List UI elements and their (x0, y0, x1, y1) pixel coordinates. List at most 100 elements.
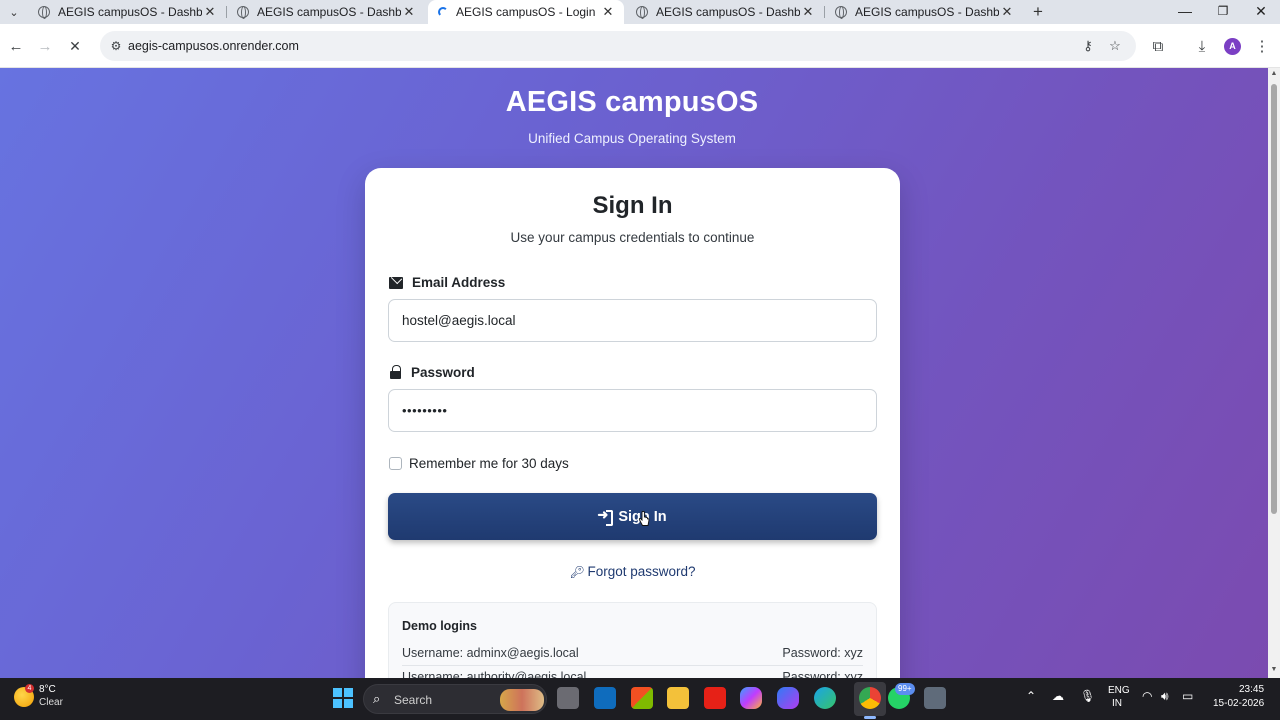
tab-search-icon[interactable]: ⌄ (4, 2, 24, 22)
login-card: Sign In Use your campus credentials to c… (365, 168, 900, 678)
windows-taskbar: 4 8°C Clear ⌕ Search 99+ ⌃ ☁ 🎙︎ ENG IN ◠… (0, 678, 1280, 720)
outlook-icon[interactable] (594, 687, 616, 709)
close-tab-icon[interactable]: ✕ (999, 4, 1015, 20)
clock-date[interactable]: 15-02-2026 (1213, 698, 1264, 709)
remember-checkbox[interactable] (389, 457, 402, 470)
tab-title: AEGIS campusOS - Dashboard (58, 5, 202, 19)
email-field[interactable]: hostel@aegis.local (388, 299, 877, 342)
forgot-password-link[interactable]: 🔑︎ Forgot password? (365, 564, 900, 579)
tab-title: AEGIS campusOS - Dashboard (257, 5, 401, 19)
close-tab-icon[interactable]: ✕ (202, 4, 218, 20)
browser-tab[interactable]: AEGIS campusOS - Dashboard ✕ (825, 0, 1023, 24)
brand-tagline: Unified Campus Operating System (528, 131, 736, 146)
active-app-indicator (864, 716, 876, 719)
demo-password: Password: xyz (782, 670, 863, 678)
back-icon[interactable]: ← (4, 34, 28, 58)
globe-icon (636, 6, 648, 19)
password-field[interactable]: ••••••••• (388, 389, 877, 432)
globe-icon (835, 6, 847, 19)
edge-icon[interactable] (814, 687, 836, 709)
file-explorer-icon[interactable] (667, 687, 689, 709)
tab-title: AEGIS campusOS - Login (456, 5, 596, 19)
volume-icon[interactable]: 🔊︎ (1161, 689, 1169, 704)
minimize-icon[interactable]: — (1166, 0, 1204, 24)
brand-title: AEGIS campusOS (505, 86, 759, 118)
forward-icon[interactable]: → (33, 34, 57, 58)
stop-loading-icon[interactable]: ✕ (63, 34, 87, 58)
url-text[interactable]: aegis-campusos.onrender.com (128, 39, 299, 53)
close-tab-icon[interactable]: ✕ (401, 4, 417, 20)
taskbar-search-text: Search (394, 693, 433, 707)
lock-icon (389, 364, 401, 379)
site-info-icon[interactable]: ⚙ (106, 36, 126, 56)
email-label: Email Address (389, 275, 505, 290)
battery-icon[interactable]: ▭ (1182, 689, 1193, 703)
key-icon: 🔑︎ (569, 565, 585, 579)
hand-cursor-icon (638, 511, 650, 526)
profile-avatar[interactable]: A (1224, 38, 1241, 55)
password-key-icon[interactable]: ⚷ (1078, 36, 1098, 56)
card-title: Sign In (592, 192, 673, 219)
copilot-icon[interactable] (740, 687, 762, 709)
scroll-up-icon[interactable]: ▲ (1270, 70, 1278, 77)
globe-icon (237, 6, 249, 19)
scroll-thumb[interactable] (1271, 84, 1277, 514)
divider (402, 665, 863, 666)
demo-username: Username: authority@aegis.local (402, 670, 587, 678)
restore-icon[interactable]: ❐ (1204, 0, 1242, 24)
onedrive-icon[interactable]: ☁ (1052, 689, 1064, 703)
loading-spinner-icon (438, 7, 448, 17)
windows-start-icon[interactable] (333, 688, 353, 708)
browser-toolbar: ← → ✕ ⚙ aegis-campusos.onrender.com ⚷ ☆ … (0, 24, 1280, 68)
demo-login-row: Username: authority@aegis.local Password… (402, 670, 863, 678)
menu-kebab-icon[interactable]: ⋮ (1250, 34, 1274, 58)
chrome-icon[interactable] (859, 687, 881, 709)
card-subtitle: Use your campus credentials to continue (510, 230, 755, 245)
browser-tab[interactable]: AEGIS campusOS - Dashboard ✕ (626, 0, 825, 24)
tray-overflow-icon[interactable]: ⌃ (1026, 689, 1036, 703)
globe-icon (38, 6, 50, 19)
youtube-icon[interactable] (704, 687, 726, 709)
browser-tab[interactable]: AEGIS campusOS - Dashboard ✕ (28, 0, 227, 24)
close-tab-icon[interactable]: ✕ (600, 4, 616, 20)
remember-me[interactable]: Remember me for 30 days (389, 456, 569, 471)
language-region[interactable]: IN (1112, 698, 1122, 709)
browser-tab-active[interactable]: AEGIS campusOS - Login ✕ (428, 0, 624, 24)
demo-logins-title: Demo logins (402, 619, 478, 633)
forgot-password-text[interactable]: Forgot password? (587, 564, 695, 579)
m365-copilot-icon[interactable] (777, 687, 799, 709)
wifi-icon[interactable]: ◠ (1142, 689, 1152, 703)
store-icon[interactable] (631, 687, 653, 709)
language-indicator[interactable]: ENG (1108, 685, 1130, 696)
snipping-tool-icon[interactable] (924, 687, 946, 709)
close-tab-icon[interactable]: ✕ (800, 4, 816, 20)
search-icon: ⌕ (373, 691, 381, 706)
notification-badge: 99+ (895, 683, 915, 695)
tab-title: AEGIS campusOS - Dashboard (855, 5, 999, 19)
weather-temp[interactable]: 8°C (39, 684, 56, 695)
email-label-text: Email Address (412, 275, 506, 290)
address-bar[interactable]: ⚙ aegis-campusos.onrender.com ⚷ ☆ (100, 31, 1136, 61)
weather-desc[interactable]: Clear (39, 697, 63, 708)
close-window-icon[interactable]: ✕ (1242, 0, 1280, 24)
extensions-icon[interactable]: ⧉ (1146, 34, 1170, 58)
sign-in-icon (597, 507, 614, 526)
envelope-icon (389, 276, 403, 289)
tab-strip: ⌄ AEGIS campusOS - Dashboard ✕ AEGIS cam… (0, 0, 1280, 24)
page-scrollbar[interactable]: ▲ ▼ (1268, 68, 1280, 678)
demo-logins-panel: Demo logins Username: adminx@aegis.local… (388, 602, 877, 678)
browser-tab[interactable]: AEGIS campusOS - Dashboard ✕ (227, 0, 425, 24)
sign-in-button[interactable]: Sign In (388, 493, 877, 540)
scroll-down-icon[interactable]: ▼ (1270, 666, 1278, 673)
weather-badge: 4 (25, 684, 34, 693)
taskbar-search[interactable]: ⌕ Search (363, 684, 547, 714)
download-icon[interactable]: ⤓ (1190, 34, 1214, 58)
remember-label: Remember me for 30 days (409, 456, 569, 471)
clock-time[interactable]: 23:45 (1239, 684, 1264, 695)
search-highlight-image (500, 689, 544, 711)
task-view-icon[interactable] (557, 687, 579, 709)
password-label-text: Password (411, 365, 475, 380)
bookmark-star-icon[interactable]: ☆ (1105, 36, 1125, 56)
microphone-icon[interactable]: 🎙︎ (1080, 689, 1095, 703)
new-tab-button[interactable]: + (1028, 2, 1048, 22)
